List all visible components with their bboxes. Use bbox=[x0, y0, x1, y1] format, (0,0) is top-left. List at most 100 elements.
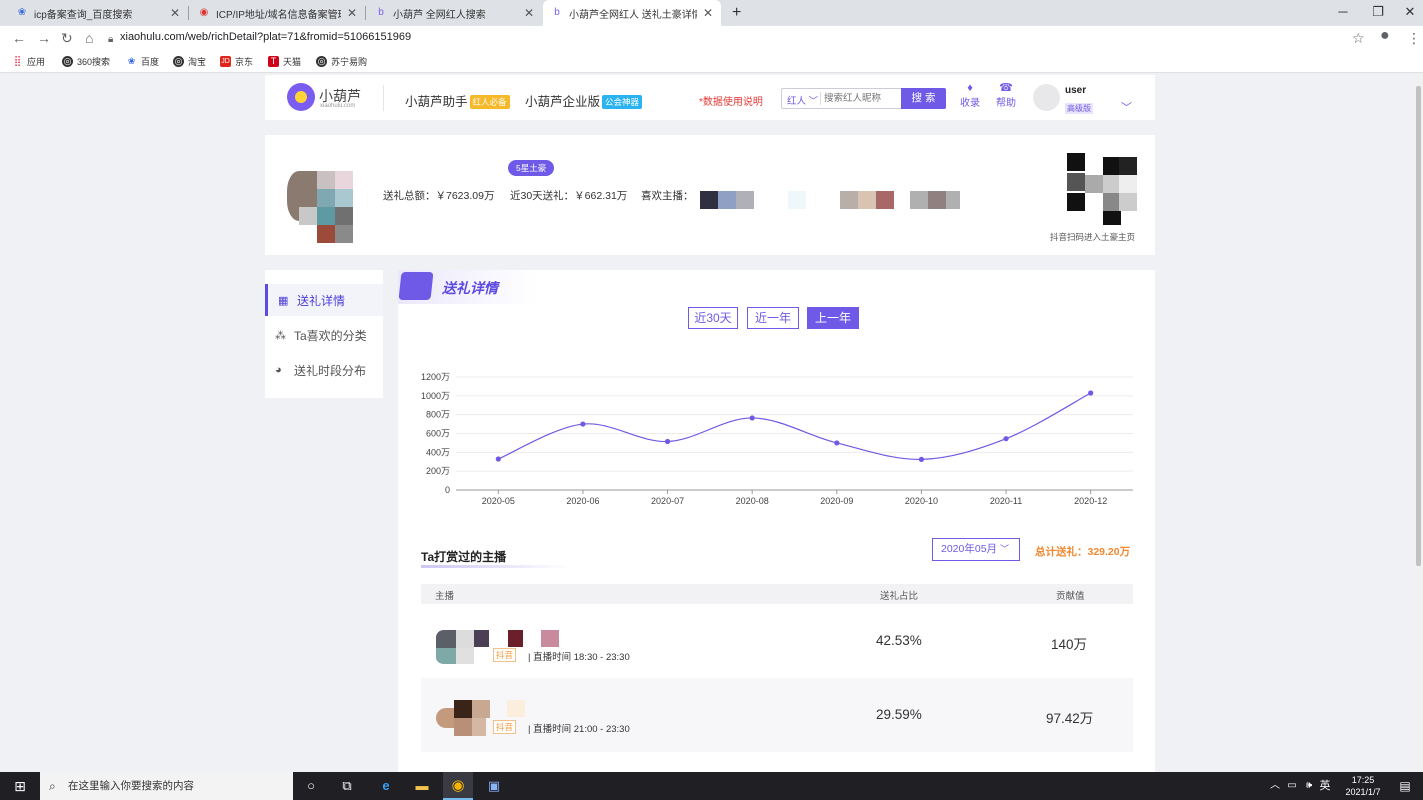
ime-indicator[interactable]: 英 bbox=[1316, 777, 1334, 795]
chevron-down-icon: ﹀ bbox=[808, 96, 819, 107]
home-icon[interactable]: ⌂ bbox=[85, 30, 93, 46]
windows-taskbar: ⊞ ⌕ 在这里输入你要搜索的内容 ○ ⧉ e ▬ ◉ ▣ ︿ ▭ 🕪︎ 英 17… bbox=[0, 772, 1423, 800]
xiaohulu-icon: b bbox=[378, 7, 384, 18]
url-text[interactable]: xiaohulu.com/web/richDetail?plat=71&from… bbox=[120, 31, 411, 43]
profile-card: 5星土豪 送礼总额：￥7623.09万 近30天送礼：￥662.31万 喜欢主播… bbox=[265, 135, 1155, 255]
sidebar-item-favorite-category[interactable]: ⁂ Ta喜欢的分类 bbox=[265, 319, 383, 351]
jd-icon: JD bbox=[220, 56, 231, 67]
bookmark-tmall[interactable]: T 天猫 bbox=[268, 55, 301, 68]
star-icon[interactable]: ☆ bbox=[1352, 30, 1365, 46]
period-lastyear-button[interactable]: 上一年 bbox=[807, 307, 859, 329]
clock-icon: ◕ bbox=[275, 364, 282, 376]
sidebar-item-label: 送礼时段分布 bbox=[294, 363, 367, 378]
page-scrollbar-thumb[interactable] bbox=[1416, 86, 1421, 566]
fav-anchors-pixelated bbox=[700, 191, 960, 209]
close-icon[interactable]: ✕ bbox=[703, 6, 713, 20]
data-notice-link[interactable]: *数据使用说明 bbox=[699, 93, 763, 108]
bookmark-apps[interactable]: ⣿ 应用 bbox=[12, 55, 45, 68]
close-icon[interactable]: ✕ bbox=[170, 6, 180, 20]
edge-icon[interactable]: e bbox=[377, 777, 395, 795]
avatar[interactable] bbox=[1033, 84, 1060, 111]
fav-anchor-label: 喜欢主播： bbox=[641, 190, 694, 202]
contribution-value: 97.42万 bbox=[1046, 711, 1094, 726]
bookmark-baidu[interactable]: ❀ 百度 bbox=[126, 55, 159, 68]
series-line bbox=[498, 392, 1091, 460]
xiaohulu-logo-icon[interactable] bbox=[287, 83, 315, 111]
menu-icon[interactable]: ⋮ bbox=[1407, 30, 1421, 46]
qr-caption: 抖音扫码进入土豪主页 bbox=[1050, 232, 1136, 242]
anchor-avatar-pixelated bbox=[436, 630, 476, 666]
chrome-icon[interactable]: ◉ bbox=[449, 777, 467, 795]
favorite-button[interactable]: ♦ 收录 bbox=[957, 83, 983, 110]
x-tick-label: 2020-11 bbox=[990, 496, 1022, 506]
minimize-icon[interactable]: ─ bbox=[1325, 0, 1361, 26]
live-time-text: 直播时间 21:00 - 23:30 bbox=[533, 724, 630, 735]
period-1year-button[interactable]: 近一年 bbox=[747, 307, 799, 329]
search-type-select[interactable]: 红人 ﹀ bbox=[787, 93, 818, 107]
search-button[interactable]: 搜 索 bbox=[901, 88, 946, 109]
close-icon[interactable]: ✕ bbox=[347, 6, 357, 20]
back-icon[interactable]: ← bbox=[12, 30, 26, 46]
data-point bbox=[580, 421, 586, 427]
browser-tab[interactable]: ❀ icp备案查询_百度搜索 ✕ bbox=[8, 0, 188, 26]
bookmark-360[interactable]: ◎ 360搜索 bbox=[62, 55, 110, 68]
browser-tab[interactable]: ◉ ICP/IP地址/域名信息备案管理系 ✕ bbox=[190, 0, 365, 26]
windows-start-icon[interactable]: ⊞ bbox=[11, 777, 29, 795]
sidebar-item-gift-details[interactable]: ▦ 送礼详情 bbox=[265, 284, 383, 316]
browser-tab[interactable]: b 小葫芦 全网红人搜索 ✕ bbox=[367, 0, 542, 26]
anchors-title: Ta打赏过的主播 bbox=[421, 550, 507, 564]
tab-title: ICP/IP地址/域名信息备案管理系 bbox=[216, 9, 341, 21]
taskbar-clock[interactable]: 17:25 2021/1/7 bbox=[1338, 774, 1388, 798]
globe-icon: ◎ bbox=[62, 56, 73, 67]
browser-tab-bar: ❀ icp备案查询_百度搜索 ✕ ◉ ICP/IP地址/域名信息备案管理系 ✕ … bbox=[0, 0, 1423, 26]
nav-assistant[interactable]: 小葫芦助手 红人必备 bbox=[405, 91, 510, 110]
lock-icon[interactable]: 🔒︎ bbox=[108, 32, 113, 48]
x-tick-label: 2020-05 bbox=[482, 496, 515, 506]
app-icon[interactable]: ▣ bbox=[485, 777, 503, 795]
month-select[interactable]: 2020年05月 ﹀ bbox=[932, 538, 1020, 561]
new-tab-button[interactable]: + bbox=[724, 0, 750, 26]
help-button[interactable]: ☎︎ 帮助 bbox=[993, 83, 1019, 110]
data-point bbox=[749, 415, 755, 421]
data-point bbox=[834, 440, 840, 446]
x-tick-label: 2020-10 bbox=[905, 496, 938, 506]
cortana-icon[interactable]: ○ bbox=[302, 777, 320, 795]
notification-icon[interactable]: ▤ bbox=[1396, 777, 1414, 795]
favorite-label: 收录 bbox=[960, 98, 980, 109]
file-explorer-icon[interactable]: ▬ bbox=[413, 777, 431, 795]
maximize-icon[interactable]: ❐ bbox=[1360, 0, 1396, 26]
bookmark-taobao[interactable]: ◎ 淘宝 bbox=[173, 55, 206, 68]
period-30days-button[interactable]: 近30天 bbox=[688, 307, 738, 329]
chevron-down-icon[interactable]: ﹀ bbox=[1121, 99, 1132, 115]
tray-chevron-icon[interactable]: ︿ bbox=[1266, 777, 1284, 795]
network-icon[interactable]: ▭ bbox=[1283, 777, 1301, 795]
taskbar-search-box[interactable]: ⌕ 在这里输入你要搜索的内容 bbox=[40, 772, 293, 800]
tab-title: 小葫芦 全网红人搜索 bbox=[393, 9, 486, 21]
bookmark-label: 苏宁易购 bbox=[331, 57, 368, 67]
sidebar-item-time-distribution[interactable]: ◕ 送礼时段分布 bbox=[265, 354, 383, 386]
gift-trend-chart: 0 200万 400万 600万 800万 1000万 1200万 2020-05 2020-0… bbox=[421, 372, 1133, 506]
task-view-icon[interactable]: ⧉ bbox=[338, 777, 356, 795]
x-tick-label: 2020-09 bbox=[820, 496, 853, 506]
bookmark-suning[interactable]: ◎ 苏宁易购 bbox=[316, 55, 367, 68]
clock-date: 2021/1/7 bbox=[1345, 787, 1381, 797]
table-row[interactable]: 抖音 | 直播时间 18:30 - 23:30 42.53% 140万 bbox=[421, 604, 1133, 678]
nav-enterprise-label: 小葫芦企业版 bbox=[525, 95, 601, 109]
data-point bbox=[1088, 390, 1094, 396]
apps-icon: ⣿ bbox=[13, 56, 22, 67]
forward-icon[interactable]: → bbox=[37, 30, 51, 46]
close-window-icon[interactable]: ✕ bbox=[1392, 0, 1423, 26]
contribution-value: 140万 bbox=[1051, 637, 1088, 652]
reload-icon[interactable]: ↻ bbox=[61, 30, 73, 46]
taskbar-search-placeholder: 在这里输入你要搜索的内容 bbox=[68, 780, 194, 792]
nav-enterprise[interactable]: 小葫芦企业版 公会神器 bbox=[525, 91, 643, 110]
table-row[interactable]: 抖音 | 直播时间 21:00 - 23:30 29.59% 97.42万 bbox=[421, 678, 1133, 752]
live-time-text: 直播时间 18:30 - 23:30 bbox=[533, 652, 630, 663]
search-input[interactable] bbox=[824, 91, 902, 106]
bookmark-jd[interactable]: JD 京东 bbox=[220, 55, 253, 68]
level-badge: 5星土豪 bbox=[508, 160, 555, 176]
account-icon[interactable]: ● bbox=[1380, 28, 1390, 44]
browser-tab-active[interactable]: b 小葫芦全网红人 送礼土豪详情 ✕ bbox=[543, 0, 721, 26]
username[interactable]: user bbox=[1065, 85, 1086, 96]
close-icon[interactable]: ✕ bbox=[524, 6, 534, 20]
